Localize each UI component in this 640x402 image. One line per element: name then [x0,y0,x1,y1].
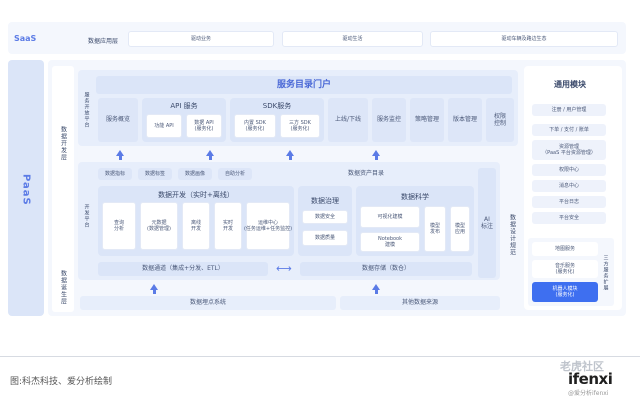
asset-catalog: 数据资产目录 [260,168,472,180]
general-item-resource: 资源管理 （PaaS 平台资源管理） [532,140,606,160]
saas-item-3: 驱动车辆及路边生态 [430,31,618,47]
general-item-order: 下单 / 支付 / 账单 [532,124,606,136]
bidirectional-arrow-icon: ⟷ [276,262,292,275]
saas-label: SaaS [14,34,37,43]
data-science-notebook: Notebook 建模 [360,232,420,252]
data-storage: 数据存储（数仓） [300,262,472,276]
third-party-map: 地图服务 [532,242,598,256]
governance-quality: 数据质量 [302,230,348,246]
watermark-sub: @爱分析ifenxi [568,390,609,397]
ops-version-mgmt: 版本管理 [448,98,482,142]
divider [0,356,640,357]
arrow-up-icon [116,150,124,160]
data-dev-title: 数据开发（实时+离线） [158,191,234,199]
portal-overview: 服务概览 [98,98,138,142]
third-party-robot: 机器人模块 (服务化) [532,282,598,302]
data-dev-query: 查询 分析 [102,202,136,250]
third-party-music: 音乐服务 (服务化) [532,260,598,278]
arrow-up-icon [206,150,214,160]
third-party-label: 三方服务扩展 [602,255,609,291]
open-platform-label: 服务开放平台 [83,92,90,128]
layer-dev-label: 数据开发层 [59,125,67,161]
arrow-up-icon [372,150,380,160]
general-item-logs: 平台日志 [532,196,606,208]
saas-item-1: 驱动业务 [128,31,274,47]
data-science-model-apply: 模型 应用 [450,206,470,252]
ops-online-offline: 上线/下线 [328,98,368,142]
general-module-title: 通用模块 [528,76,612,94]
ai-annotation: AI 标注 [478,168,496,278]
data-science-visual-modeling: 可视化建模 [360,206,420,228]
ops-policy-mgmt: 策略管理 [410,98,444,142]
arrow-up-icon [372,284,380,294]
dev-platform-label: 开发平台 [83,204,90,228]
source-other: 其他数据来源 [340,296,500,310]
asset-tag-selfservice: 自助分析 [218,168,252,180]
caption: 图:科杰科技、爱分析绘制 [10,377,113,387]
arrow-up-icon [150,284,158,294]
ops-permission-ctrl: 权限控制 [486,98,514,142]
api-service-title: API 服务 [170,102,198,110]
governance-title: 数据治理 [311,197,339,205]
sdk-item-builtin: 内置 SDK (服务化) [234,114,276,138]
data-channel: 数据通道（集成+分发、ETL） [98,262,268,276]
data-dev-ops-center: 运维中心 (任务运维+任务监控) [244,202,292,250]
data-dev-realtime: 实时 开发 [214,202,242,250]
general-item-permission: 权限中心 [532,164,606,176]
asset-tag-labels: 数据标签 [138,168,172,180]
source-tracking-system: 数据埋点系统 [80,296,336,310]
asset-tag-portrait: 数据画像 [178,168,212,180]
sdk-service-title: SDK服务 [262,102,292,110]
general-item-message: 消息中心 [532,180,606,192]
asset-tag-metrics: 数据指标 [98,168,132,180]
general-item-security: 平台安全 [532,212,606,224]
portal-title: 服务目录门户 [96,76,512,94]
ops-service-monitor: 服务监控 [372,98,406,142]
data-dev-metadata: 元数据 (数据管理) [140,202,178,250]
saas-item-2: 驱动生活 [282,31,423,47]
data-dev-offline: 离线 开发 [182,202,210,250]
watermark-logo: ifenxi [568,370,613,388]
data-science-title: 数据科学 [401,193,429,201]
paas-label: PaaS [20,174,32,206]
general-item-register: 注册 / 用户管理 [532,104,606,116]
data-science-model-publish: 模型 发布 [424,206,446,252]
design-spec-label: 数据设计规范 [504,200,520,270]
saas-category: 数据应用层 [88,38,119,45]
layer-gen-label: 数据诞生层 [59,269,67,305]
arrow-up-icon [286,150,294,160]
governance-security: 数据安全 [302,210,348,224]
sdk-item-thirdparty: 三方 SDK (服务化) [280,114,320,138]
api-item-function: 功能 API [146,114,182,138]
api-item-data: 数据 API (服务化) [186,114,222,138]
